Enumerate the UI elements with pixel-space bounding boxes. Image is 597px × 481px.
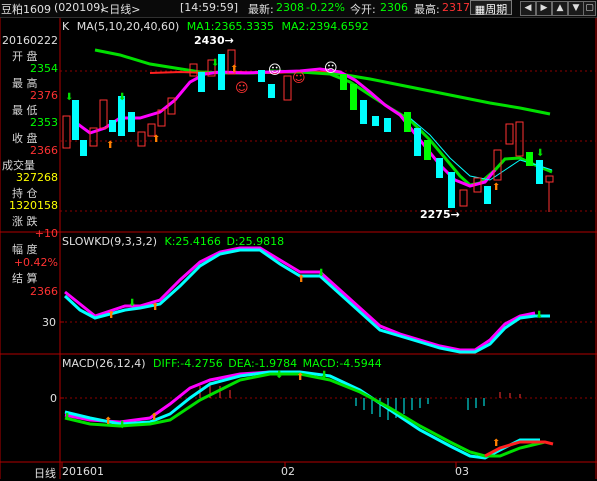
svg-text:⬇: ⬇ xyxy=(320,370,328,381)
info-change-label: 涨 跌 xyxy=(12,215,38,228)
macd-params-label: MACD(26,12,4) xyxy=(62,357,146,370)
x-axis-label-jan: 201601 xyxy=(62,465,104,478)
info-open-value: 2354 xyxy=(30,62,58,75)
svg-text:⬇: ⬇ xyxy=(118,420,126,431)
info-oi-value: 1320158 xyxy=(9,199,58,212)
kd-k-value: K:25.4166 xyxy=(164,235,221,248)
svg-text:⬆: ⬆ xyxy=(107,310,115,321)
info-change-value: +10 xyxy=(34,227,58,240)
macd-dea-value: DEA:-1.9784 xyxy=(228,357,298,370)
svg-text:⬇: ⬇ xyxy=(63,412,71,423)
high-price-marker: 2430→ xyxy=(194,34,234,47)
svg-text:⬆: ⬆ xyxy=(152,134,160,145)
macd-macd-value: MACD:-4.5944 xyxy=(302,357,382,370)
svg-text:⬆: ⬆ xyxy=(151,302,159,313)
x-axis-label-feb: 02 xyxy=(281,465,295,478)
svg-text:☺: ☺ xyxy=(235,81,249,96)
macd-legend: MACD(26,12,4) DIFF:-4.2756 DEA:-1.9784 M… xyxy=(62,357,382,370)
info-settle-label: 结 算 xyxy=(12,272,38,285)
svg-text:☺: ☺ xyxy=(268,63,282,78)
svg-text:⬆: ⬆ xyxy=(106,140,114,151)
info-range-label: 幅 度 xyxy=(12,243,38,256)
svg-text:⬇: ⬇ xyxy=(118,92,126,103)
kline-prefix: K xyxy=(62,20,70,33)
svg-text:⬇: ⬇ xyxy=(65,92,73,103)
kd-params-label: SLOWKD(9,3,3,2) xyxy=(62,235,158,248)
macd-axis-label: 0 xyxy=(50,392,57,405)
kd-d-value: D:25.9818 xyxy=(226,235,285,248)
info-low-value: 2353 xyxy=(30,116,58,129)
svg-text:⬇: ⬇ xyxy=(317,268,325,279)
info-high-value: 2376 xyxy=(30,89,58,102)
info-volume-value: 327268 xyxy=(16,171,58,184)
macd-diff-value: DIFF:-4.2756 xyxy=(153,357,223,370)
x-axis-label-mar: 03 xyxy=(455,465,469,478)
svg-text:⬇: ⬇ xyxy=(128,298,136,309)
info-settle-value: 2366 xyxy=(30,285,58,298)
svg-text:⬆: ⬆ xyxy=(104,416,112,427)
svg-text:⬆: ⬆ xyxy=(296,372,304,383)
quote-info-panel: 20160222 开 盘 2354 最 高 2376 最 低 2353 收 盘 … xyxy=(0,32,60,322)
svg-text:⬆: ⬆ xyxy=(230,64,238,75)
high-price-marker-value: 2430 xyxy=(194,34,225,47)
svg-text:⬇: ⬇ xyxy=(536,148,544,159)
ma1-value: MA1:2365.3335 xyxy=(186,20,275,33)
kline-legend: K MA(5,10,20,40,60) MA1:2365.3335 MA2:23… xyxy=(62,20,369,33)
svg-text:⬇: ⬇ xyxy=(275,370,283,381)
kd-axis-label: 30 xyxy=(42,316,56,329)
svg-text:⬆: ⬆ xyxy=(492,438,500,449)
svg-text:⬆: ⬆ xyxy=(150,412,158,423)
svg-text:⬆: ⬆ xyxy=(492,182,500,193)
svg-text:☹: ☹ xyxy=(324,61,338,76)
ma2-value: MA2:2394.6592 xyxy=(281,20,369,33)
svg-text:⬇: ⬇ xyxy=(211,58,219,69)
arrow-right-icon: → xyxy=(224,34,234,47)
arrow-right-icon: → xyxy=(450,208,460,221)
info-close-value: 2366 xyxy=(30,144,58,157)
low-price-marker: 2275→ xyxy=(420,208,460,221)
svg-text:☺: ☺ xyxy=(292,71,306,86)
ma-params-label: MA(5,10,20,40,60) xyxy=(76,20,180,33)
info-range-value: +0.42% xyxy=(13,256,58,269)
low-price-marker-value: 2275 xyxy=(420,208,451,221)
info-date: 20160222 xyxy=(2,34,58,47)
svg-text:⬆: ⬆ xyxy=(297,274,305,285)
kd-legend: SLOWKD(9,3,3,2) K:25.4166 D:25.9818 xyxy=(62,235,284,248)
svg-text:⬇: ⬇ xyxy=(535,310,543,321)
